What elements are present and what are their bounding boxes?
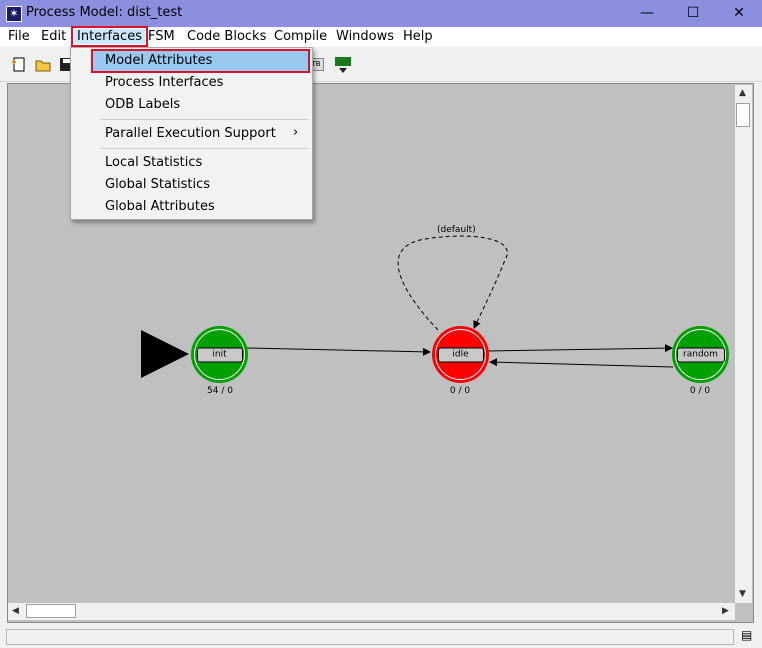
menu-item-odb-labels[interactable]: ODB Labels <box>105 97 180 112</box>
transition-idle-self-loop <box>397 235 508 331</box>
transition-idle-random <box>487 344 673 353</box>
scroll-down-icon[interactable]: ▼ <box>739 589 746 599</box>
menu-item-parallel-execution[interactable]: Parallel Execution Support <box>105 126 276 141</box>
chevron-right-icon: › <box>293 125 299 140</box>
transition-random-idle <box>489 358 674 368</box>
menu-separator <box>101 148 309 149</box>
state-counts-random: 0 / 0 <box>689 386 711 396</box>
horizontal-scroll-thumb[interactable] <box>26 604 76 618</box>
interfaces-dropdown: Model Attributes Process Interfaces ODB … <box>70 47 313 220</box>
menu-item-global-attributes[interactable]: Global Attributes <box>105 199 215 214</box>
transition-init-idle <box>246 347 431 356</box>
scroll-right-icon[interactable]: ▶ <box>722 606 729 616</box>
state-label-random: random <box>676 347 725 362</box>
horizontal-scrollbar[interactable]: ◀ ▶ <box>8 603 735 620</box>
state-counts-idle: 0 / 0 <box>449 386 471 396</box>
state-label-idle: idle <box>437 347 484 362</box>
state-counts-init: 54 / 0 <box>207 386 233 396</box>
vertical-scrollbar[interactable]: ▲ ▼ <box>735 85 752 603</box>
self-loop-label[interactable]: (default) <box>437 225 476 235</box>
status-bar: ▤ <box>0 624 762 648</box>
state-idle[interactable]: idle <box>432 326 489 383</box>
vertical-scroll-thumb[interactable] <box>736 103 750 127</box>
scroll-left-icon[interactable]: ◀ <box>12 606 19 616</box>
menu-item-global-statistics[interactable]: Global Statistics <box>105 177 210 192</box>
menu-item-process-interfaces[interactable]: Process Interfaces <box>105 75 223 90</box>
state-init[interactable]: init <box>191 326 248 383</box>
resize-grip-icon[interactable]: ▤ <box>741 628 752 642</box>
menu-item-local-statistics[interactable]: Local Statistics <box>105 155 202 170</box>
menu-item-model-attributes[interactable]: Model Attributes <box>105 53 212 68</box>
menu-separator <box>101 119 309 120</box>
status-field <box>6 629 734 645</box>
state-random[interactable]: random <box>672 326 729 383</box>
state-label-init: init <box>196 347 243 362</box>
scroll-up-icon[interactable]: ▲ <box>739 88 746 98</box>
